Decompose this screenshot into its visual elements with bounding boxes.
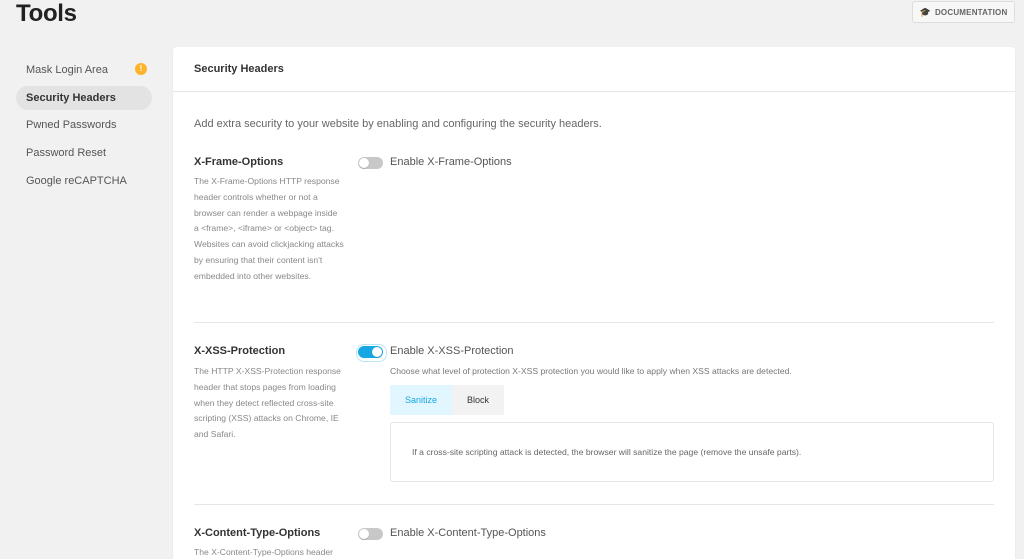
sidebar: Mask Login Area ! Security Headers Pwned… — [16, 58, 152, 196]
documentation-label: DOCUMENTATION — [934, 7, 1008, 17]
tab-sanitize[interactable]: Sanitize — [390, 385, 453, 415]
sidebar-item-password-reset[interactable]: Password Reset — [16, 141, 152, 165]
section-divider — [194, 504, 994, 505]
toggle-knob — [359, 529, 369, 539]
sidebar-item-label: Password Reset — [26, 147, 107, 160]
x-frame-options-title: X-Frame-Options — [194, 156, 284, 168]
x-xss-protection-toggle[interactable] — [356, 344, 387, 362]
x-xss-protection-description: The HTTP X-XSS-Protection response heade… — [194, 366, 341, 440]
tab-block[interactable]: Block — [452, 385, 505, 415]
graduation-cap-icon: 🎓 — [919, 6, 931, 17]
card-intro: Add extra security to your website by en… — [194, 118, 602, 130]
xss-protection-info-box: If a cross-site scripting attack is dete… — [390, 422, 994, 482]
security-headers-card: Security Headers Add extra security to y… — [173, 47, 1015, 559]
sidebar-item-label: Pwned Passwords — [26, 119, 117, 132]
toggle-knob — [372, 347, 382, 357]
card-title: Security Headers — [173, 47, 1015, 92]
sidebar-item-label: Mask Login Area — [26, 64, 108, 76]
x-xss-protection-toggle-label[interactable]: Enable X-XSS-Protection — [390, 345, 514, 357]
x-frame-options-toggle-label[interactable]: Enable X-Frame-Options — [390, 156, 512, 168]
sidebar-item-security-headers[interactable]: Security Headers — [16, 85, 152, 110]
x-frame-options-description: The X-Frame-Options HTTP response header… — [194, 176, 344, 281]
section-divider — [194, 322, 994, 323]
x-xss-protection-title: X-XSS-Protection — [194, 345, 286, 357]
warning-icon: ! — [135, 63, 147, 75]
sidebar-item-google-recaptcha[interactable]: Google reCAPTCHA — [16, 169, 152, 193]
x-content-type-options-description: The X-Content-Type-Options header — [194, 547, 334, 557]
page-title: Tools — [16, 0, 77, 27]
toggle-knob — [359, 158, 369, 168]
x-content-type-options-title: X-Content-Type-Options — [194, 527, 321, 539]
xss-protection-tabs: Sanitize Block — [390, 385, 505, 415]
xss-protection-info-text: If a cross-site scripting attack is dete… — [412, 447, 802, 457]
documentation-button[interactable]: 🎓 DOCUMENTATION — [912, 1, 1015, 23]
x-xss-protection-sub-description: Choose what level of protection X-XSS pr… — [390, 366, 792, 376]
sidebar-item-label: Security Headers — [26, 91, 116, 104]
sidebar-item-mask-login-area[interactable]: Mask Login Area ! — [16, 58, 152, 82]
x-content-type-options-toggle[interactable] — [358, 528, 383, 540]
sidebar-item-label: Google reCAPTCHA — [26, 174, 127, 187]
x-frame-options-toggle[interactable] — [358, 157, 383, 169]
x-content-type-options-toggle-label[interactable]: Enable X-Content-Type-Options — [390, 527, 546, 539]
sidebar-item-pwned-passwords[interactable]: Pwned Passwords — [16, 113, 152, 137]
